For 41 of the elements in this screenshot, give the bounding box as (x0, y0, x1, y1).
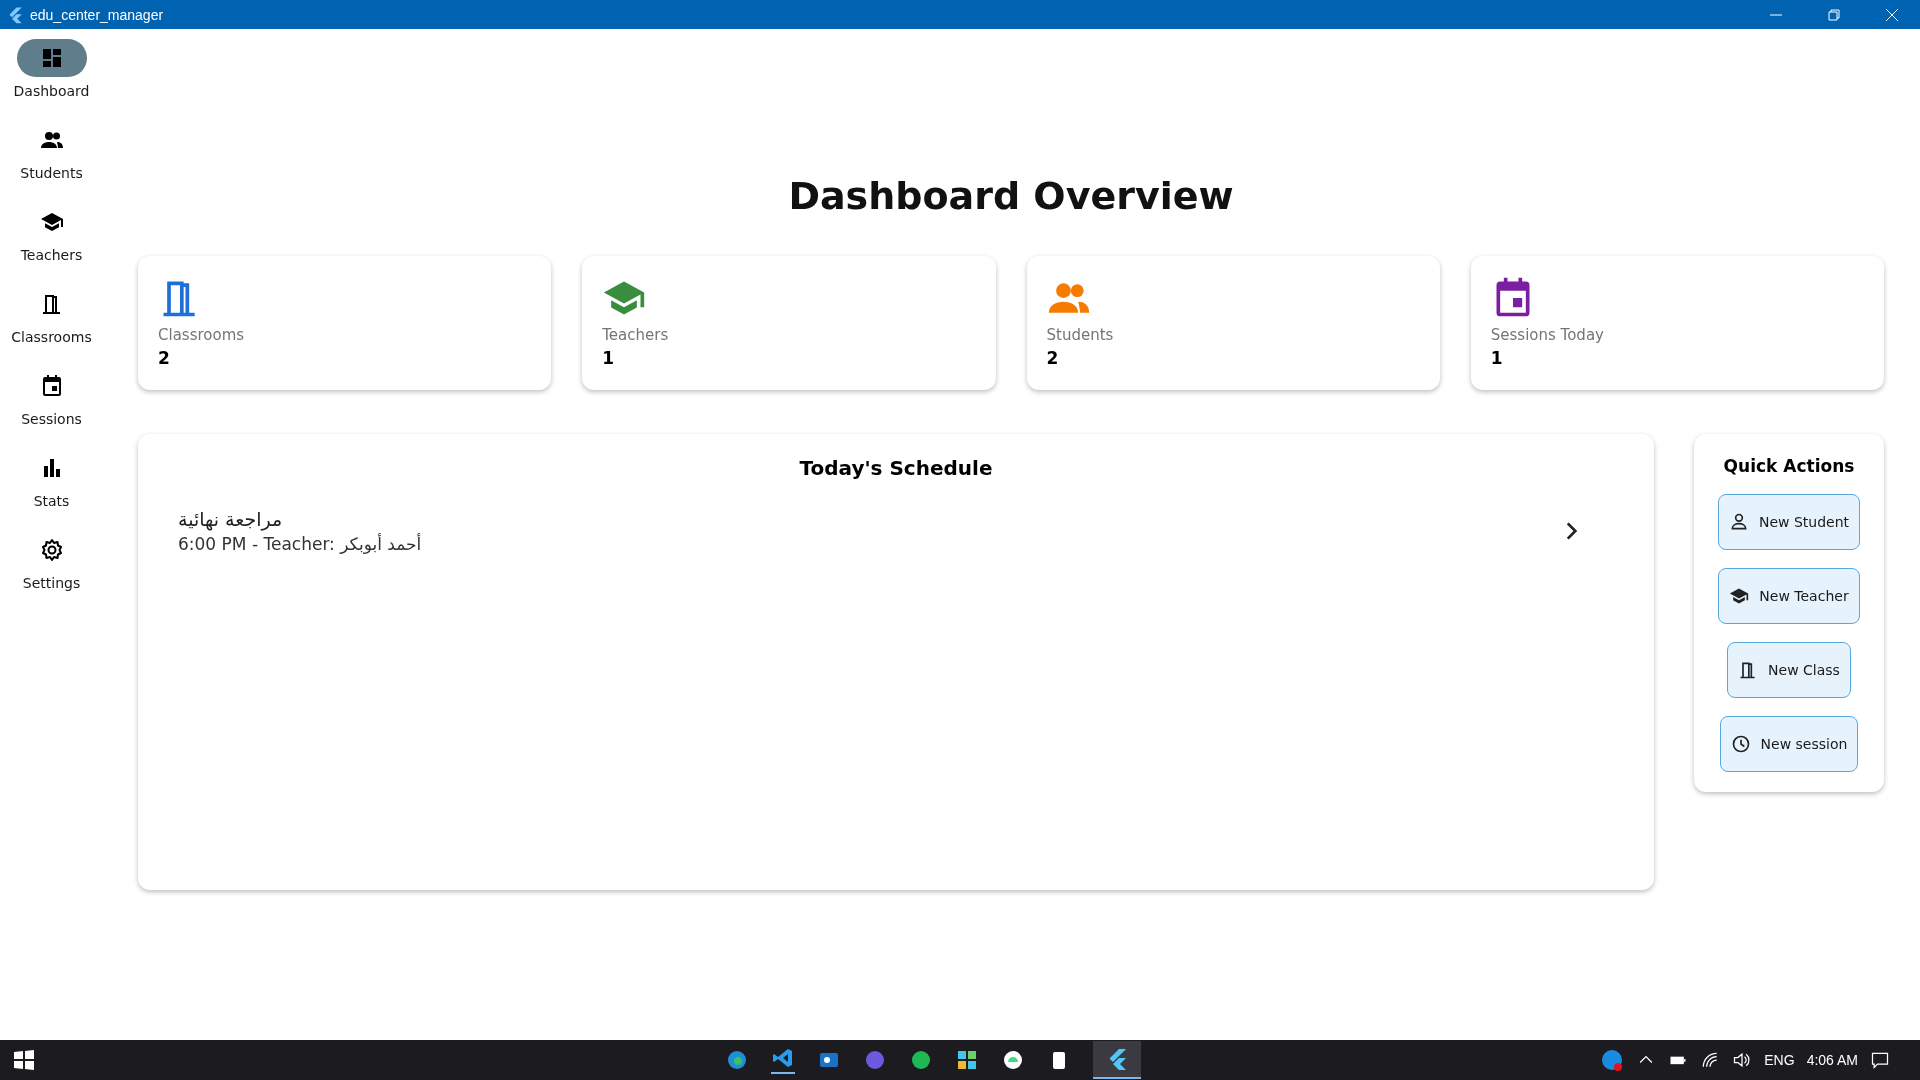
language-indicator[interactable]: ENG (1764, 1052, 1795, 1068)
clock-time[interactable]: 4:06 AM (1806, 1052, 1858, 1068)
clock-icon (1730, 734, 1751, 754)
android-icon[interactable] (1001, 1048, 1025, 1072)
quick-action-button[interactable]: New Class (1727, 642, 1851, 698)
graduation-cap-icon (39, 210, 64, 234)
stat-label: Sessions Today (1490, 326, 1604, 344)
sidebar-item[interactable]: Sessions (1, 367, 102, 427)
sidebar-item[interactable]: Dashboard (1, 39, 102, 99)
session-details: 6:00 PM - Teacher: أحمد أبوبكر (178, 534, 422, 554)
session-title: مراجعة نهائية (178, 508, 283, 530)
help-icon[interactable] (1600, 1048, 1625, 1072)
notification-icon[interactable] (1870, 1050, 1890, 1070)
sidebar-item[interactable]: Teachers (1, 203, 102, 263)
stat-value: 2 (1046, 348, 1059, 368)
schedule-title: Today's Schedule (799, 456, 993, 480)
stat-value: 1 (602, 348, 615, 368)
browser-icon[interactable] (725, 1048, 749, 1072)
window-title: edu_center_manager (30, 6, 164, 23)
code-editor-icon[interactable] (771, 1046, 795, 1074)
sidebar-item[interactable]: Stats (1, 449, 102, 509)
quick-action-button[interactable]: New Teacher (1718, 568, 1860, 624)
graduation-cap-icon (1729, 586, 1750, 606)
settings-icon (39, 538, 64, 562)
quick-action-button[interactable]: New Student (1717, 494, 1861, 550)
sidebar-item[interactable]: Students (1, 121, 102, 181)
stat-value: 2 (158, 348, 170, 368)
app-logo-icon[interactable] (1093, 1041, 1141, 1079)
start-icon[interactable] (12, 1048, 36, 1072)
sidebar-item[interactable]: Classrooms (1, 285, 102, 345)
schedule-item[interactable]: مراجعة نهائية 6:00 PM - Teacher: أحمد أبوبكر (178, 508, 1614, 554)
quick-actions-title: Quick Actions (1723, 456, 1855, 476)
page-heading: Dashboard Overview (787, 174, 1235, 218)
stat-label: Students (1046, 326, 1114, 344)
volume-icon[interactable] (1732, 1050, 1753, 1070)
stat-value: 1 (1490, 348, 1503, 368)
tiles-icon[interactable] (955, 1048, 979, 1072)
stat-label: Teachers (602, 326, 669, 344)
stat-label: Classrooms (158, 326, 245, 344)
sidebar-item[interactable]: Settings (1, 531, 102, 591)
quick-action-button[interactable]: New session (1719, 716, 1859, 772)
